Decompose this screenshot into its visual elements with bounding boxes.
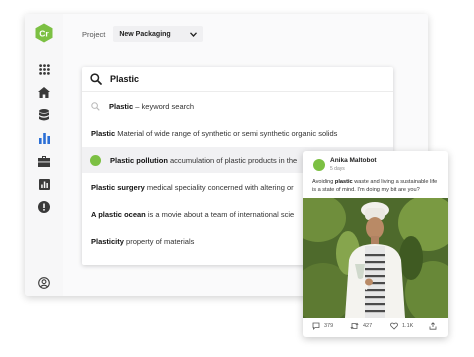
retweet-count: 427 — [363, 323, 373, 329]
suggestion-term: Plasticity — [91, 236, 124, 246]
suggestion-desc: is a movie about a team of international… — [147, 209, 295, 219]
post-text-highlight: plastic — [334, 179, 353, 185]
brand-logo[interactable]: Cr — [34, 23, 54, 43]
suggestion-term: A plastic ocean — [91, 209, 146, 219]
avatar[interactable] — [313, 159, 325, 171]
post-photo — [303, 198, 448, 318]
suggestion-item[interactable]: Plastic Material of wide range of synthe… — [82, 120, 393, 146]
suggestion-desc: accumulation of plastic products in the — [170, 155, 298, 165]
comment-icon — [312, 322, 320, 330]
suggestion-term: Plastic pollution — [110, 155, 168, 165]
project-value: New Packaging — [119, 30, 171, 38]
share-icon — [429, 322, 437, 330]
suggestion-desc: property of materials — [126, 236, 195, 246]
search-icon — [90, 73, 102, 85]
report-icon[interactable] — [25, 174, 63, 194]
suggestion-keyword-search[interactable]: Plastic – keyword search — [82, 93, 393, 119]
suggestion-desc: – keyword search — [135, 101, 195, 111]
social-post-card: Anika Maltobot 5 days Avoiding plastic w… — [303, 151, 448, 337]
like-button[interactable]: 1.1K — [390, 322, 413, 330]
comment-count: 379 — [324, 323, 334, 329]
logo-text: Cr — [39, 28, 49, 38]
project-label: Project — [82, 29, 106, 39]
search-icon — [91, 101, 100, 111]
sidebar: Cr — [25, 14, 64, 296]
briefcase-icon[interactable] — [25, 151, 63, 171]
project-dropdown[interactable]: New Packaging — [113, 26, 204, 42]
share-button[interactable] — [429, 322, 441, 330]
search-bar[interactable]: Plastic — [82, 67, 393, 92]
retweet-button[interactable]: 427 — [350, 322, 372, 330]
suggestion-term: Plastic surgery — [91, 182, 145, 192]
like-count: 1.1K — [402, 323, 414, 329]
user-icon[interactable] — [25, 273, 63, 293]
search-input[interactable]: Plastic — [110, 74, 139, 84]
suggestion-desc: Material of wide range of synthetic or s… — [117, 128, 338, 138]
heart-icon — [390, 322, 398, 330]
database-icon[interactable] — [25, 105, 63, 125]
project-selector: Project New Packaging — [82, 25, 204, 43]
post-actions: 379 427 1.1K — [303, 322, 448, 334]
post-text-start: Avoiding — [312, 179, 335, 185]
comment-button[interactable]: 379 — [312, 322, 333, 330]
suggestion-desc: medical speciality concerned with alteri… — [146, 182, 294, 192]
post-text: Avoiding plastic waste and living a sust… — [312, 178, 442, 194]
apps-grid-icon[interactable] — [25, 59, 63, 79]
suggestion-term: Plastic — [109, 101, 134, 111]
retweet-icon — [350, 322, 359, 330]
post-age: 5 days — [330, 166, 345, 172]
entity-icon — [90, 154, 101, 166]
suggestion-term: Plastic — [91, 128, 116, 138]
post-author[interactable]: Anika Maltobot — [330, 157, 377, 164]
chevron-down-icon — [190, 31, 198, 37]
home-icon[interactable] — [25, 82, 63, 102]
alert-icon[interactable] — [25, 197, 63, 217]
bar-chart-icon[interactable] — [25, 128, 63, 148]
